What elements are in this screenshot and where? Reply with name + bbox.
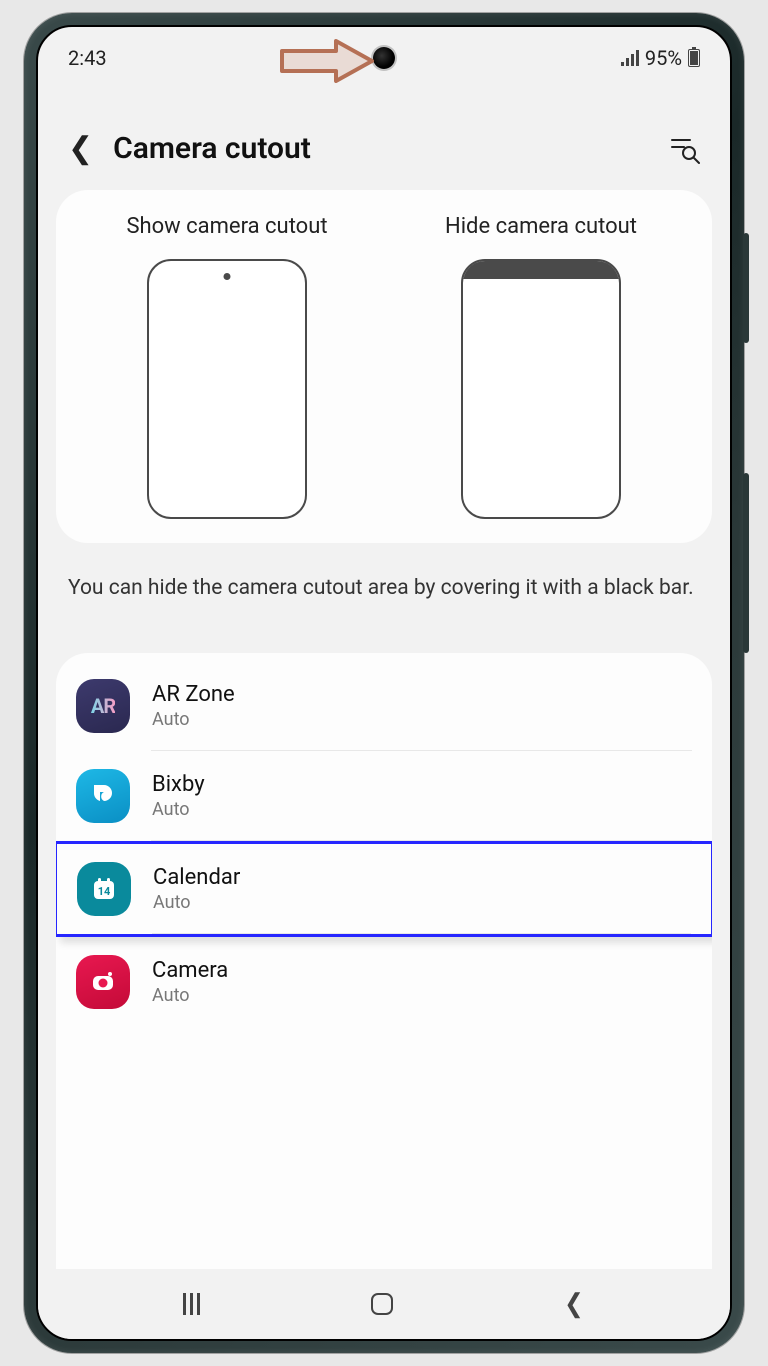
preview-show-icon — [147, 259, 307, 519]
page-title: Camera cutout — [113, 131, 650, 166]
calendar-icon: 14 — [77, 862, 131, 916]
camera-icon — [76, 955, 130, 1009]
app-sub: Auto — [152, 799, 692, 820]
app-sub: Auto — [153, 892, 691, 913]
battery-icon — [688, 49, 700, 67]
app-list: AR AR Zone Auto Bixby Auto — [56, 653, 712, 1270]
app-name: Camera — [152, 958, 692, 983]
cutout-options-card: Show camera cutout Hide camera cutout — [56, 190, 712, 543]
app-sub: Auto — [152, 709, 692, 730]
app-sub: Auto — [152, 985, 692, 1006]
page-header: ❮ Camera cutout — [38, 81, 730, 190]
preview-hide-icon — [461, 259, 621, 519]
screen: 2:43 95% ❮ Camera cutout — [36, 25, 732, 1341]
home-button[interactable] — [371, 1293, 393, 1315]
status-time: 2:43 — [68, 46, 107, 70]
option-hide-cutout[interactable]: Hide camera cutout — [394, 214, 688, 519]
bixby-icon — [76, 769, 130, 823]
app-item-camera[interactable]: Camera Auto — [56, 937, 712, 1027]
nav-bar: ❮ — [38, 1269, 730, 1339]
app-name: Bixby — [152, 772, 692, 797]
back-button[interactable]: ❮ — [564, 1289, 584, 1319]
option-label: Hide camera cutout — [445, 214, 637, 239]
option-show-cutout[interactable]: Show camera cutout — [80, 214, 374, 519]
description-text: You can hide the camera cutout area by c… — [38, 543, 730, 653]
option-label: Show camera cutout — [126, 214, 327, 239]
side-button — [743, 473, 749, 653]
recents-button[interactable] — [183, 1293, 200, 1315]
search-list-icon[interactable] — [670, 134, 700, 164]
annotation-arrow-icon — [278, 39, 378, 87]
signal-icon — [621, 50, 639, 66]
app-name: Calendar — [153, 865, 691, 890]
status-battery: 95% — [645, 46, 682, 70]
app-name: AR Zone — [152, 682, 692, 707]
back-icon[interactable]: ❮ — [68, 131, 93, 166]
side-button — [743, 233, 749, 343]
app-item-calendar[interactable]: 14 Calendar Auto — [56, 841, 712, 937]
ar-zone-icon: AR — [76, 679, 130, 733]
phone-frame: 2:43 95% ❮ Camera cutout — [24, 13, 744, 1353]
svg-text:14: 14 — [98, 885, 111, 898]
app-item-ar-zone[interactable]: AR AR Zone Auto — [56, 661, 712, 751]
app-item-bixby[interactable]: Bixby Auto — [56, 751, 712, 841]
